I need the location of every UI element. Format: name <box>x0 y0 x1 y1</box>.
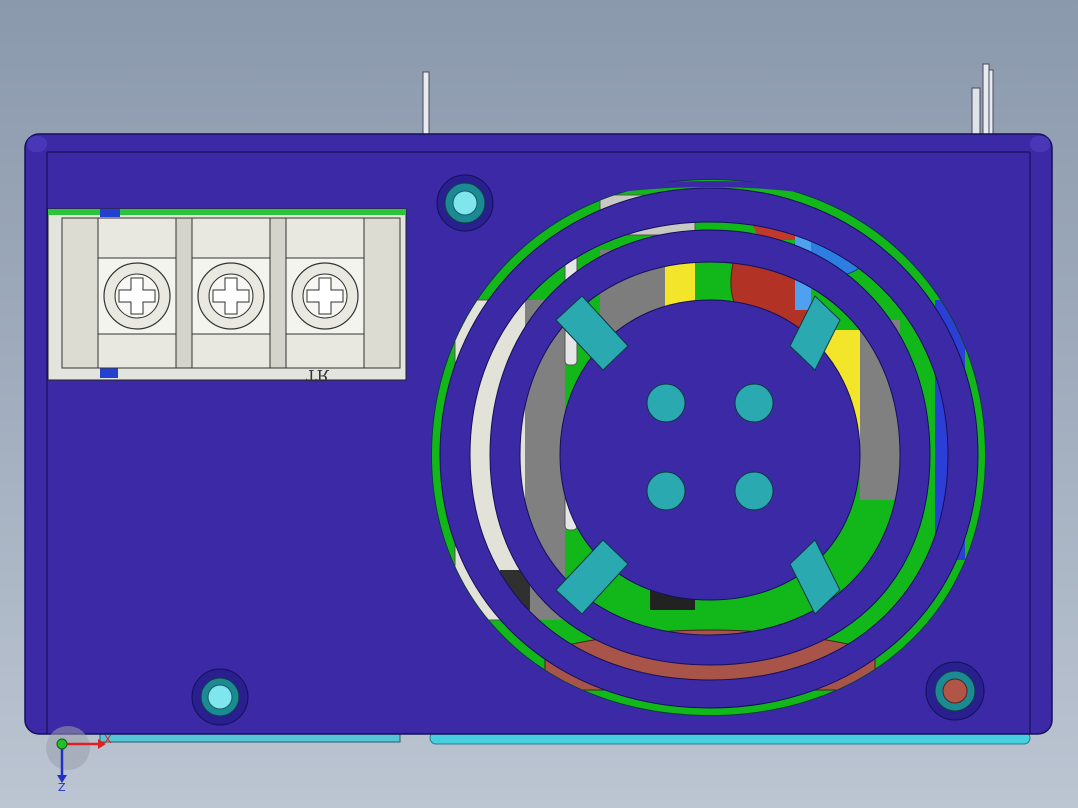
pin-right-2 <box>988 69 994 135</box>
fan-grille[interactable] <box>430 178 990 718</box>
cad-viewport[interactable]: TR X Z <box>0 0 1078 808</box>
mounting-hole-bottom-left[interactable] <box>191 668 249 726</box>
cad-model-scene[interactable]: TR <box>0 0 1078 808</box>
x-axis-label: X <box>104 733 112 746</box>
terminal-marking: TR <box>306 366 330 385</box>
mounting-hole-top[interactable] <box>436 174 494 232</box>
mounting-hole-bottom-right[interactable] <box>925 661 985 721</box>
terminal-screw-2[interactable] <box>191 257 271 335</box>
terminal-screw-3[interactable] <box>285 257 365 335</box>
top-pins <box>422 63 994 135</box>
terminal-block[interactable]: TR <box>47 208 407 385</box>
terminal-screw-1[interactable] <box>97 257 177 335</box>
triad-origin <box>56 738 68 750</box>
pin-right-1 <box>982 63 990 135</box>
pin-left <box>422 71 430 135</box>
pin-right-3 <box>971 87 981 135</box>
z-axis-label: Z <box>58 781 66 794</box>
